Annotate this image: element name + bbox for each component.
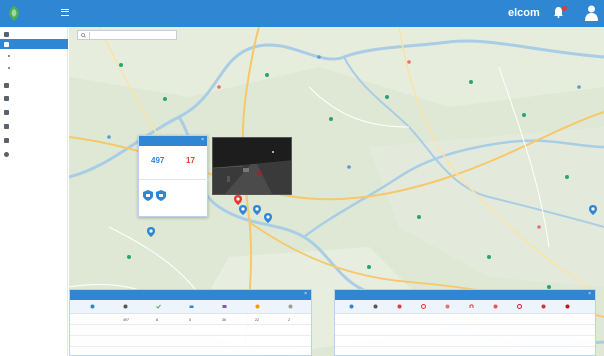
close-icon[interactable]: × (588, 291, 591, 297)
sidebar-item-5[interactable] (4, 107, 12, 117)
camera-marker-icon[interactable] (253, 205, 261, 215)
cell: 2 (288, 317, 290, 322)
table-header (335, 300, 595, 314)
stats-panel-right: × (334, 289, 596, 356)
stat-value-violations: 17 (186, 156, 195, 165)
camera-badge-icon[interactable] (143, 190, 153, 201)
sidebar-subitem-camera-list[interactable] (8, 63, 13, 72)
sidebar-item-settings[interactable] (4, 149, 12, 159)
camera-marker-icon[interactable] (239, 205, 247, 215)
sidebar-item-row (4, 39, 12, 49)
table-row[interactable]: 497 8 5 36 22 2 (70, 314, 311, 325)
menu-toggle-icon[interactable] (61, 9, 69, 16)
camera-icon (123, 304, 128, 309)
no-entry-icon (397, 304, 402, 309)
search-icon (81, 32, 86, 38)
sidebar-item-overview[interactable] (4, 29, 12, 39)
map-search-box[interactable] (77, 30, 177, 40)
account-name: elcom (508, 7, 540, 19)
helmet-icon (565, 304, 570, 309)
divider (139, 179, 209, 180)
gear-icon (4, 151, 9, 157)
dashboard-icon (4, 31, 9, 37)
person-icon (288, 304, 293, 309)
light-icon (541, 304, 546, 309)
sidebar-item-traffic-monitoring[interactable] (0, 39, 68, 49)
sidebar-item-6[interactable] (4, 121, 12, 131)
table-row[interactable] (335, 325, 595, 336)
pin-icon (349, 304, 354, 309)
stat-value-total: 497 (151, 156, 165, 165)
video-icon (4, 137, 9, 143)
uturn-icon (469, 304, 474, 308)
car-icon (189, 305, 194, 308)
camera-info-popup: × 497 17 (138, 135, 209, 217)
table-row[interactable] (335, 314, 595, 325)
sidebar-item-4[interactable] (4, 93, 12, 103)
app-logo-icon (9, 6, 19, 21)
list-icon (4, 123, 9, 129)
selected-marker-icon[interactable] (234, 195, 242, 205)
cell: 497 (123, 317, 129, 322)
camera-icon (4, 41, 9, 47)
table-header (70, 300, 311, 314)
camera-video-preview[interactable] (212, 137, 292, 195)
camera-marker-icon[interactable] (264, 213, 272, 223)
sidebar-item-3[interactable] (4, 80, 12, 90)
sidebar (0, 27, 68, 356)
sidebar-subitem-map[interactable] (8, 51, 13, 60)
sidebar-item-7[interactable] (4, 135, 12, 145)
truck-icon (222, 305, 227, 308)
stop-icon (421, 304, 426, 309)
bike-icon (255, 304, 260, 309)
bullet-icon (8, 54, 10, 57)
car-icon (4, 109, 9, 115)
lane-icon (493, 304, 498, 309)
camera-marker-icon[interactable] (589, 205, 597, 215)
cell: 5 (189, 317, 191, 322)
pin-icon (90, 304, 95, 309)
cell: 8 (156, 317, 158, 322)
camera-icon (373, 304, 378, 309)
camera-badge-icon[interactable] (156, 190, 166, 201)
divider (89, 31, 90, 39)
stats-panel-left: × 497 8 5 36 22 2 (69, 289, 312, 356)
video-frame (213, 138, 291, 194)
cell: 22 (255, 317, 259, 322)
popup-header: × (139, 136, 207, 146)
top-bar: elcom (0, 0, 604, 27)
parking-icon (445, 304, 450, 309)
person-icon (4, 95, 9, 101)
table-row[interactable] (70, 325, 311, 336)
check-icon (156, 304, 161, 309)
bullet-icon (8, 66, 10, 69)
panel-header: × (335, 290, 595, 300)
camera-marker-icon[interactable] (147, 227, 155, 237)
table-row[interactable] (70, 336, 311, 347)
cell: 36 (222, 317, 226, 322)
panel-header: × (70, 290, 311, 300)
document-icon (4, 82, 9, 88)
close-icon[interactable]: × (201, 137, 204, 143)
table-row[interactable] (335, 336, 595, 347)
notification-badge (562, 6, 567, 11)
close-icon[interactable]: × (304, 291, 307, 297)
speed-icon (517, 304, 522, 309)
user-avatar-icon[interactable] (585, 5, 598, 21)
